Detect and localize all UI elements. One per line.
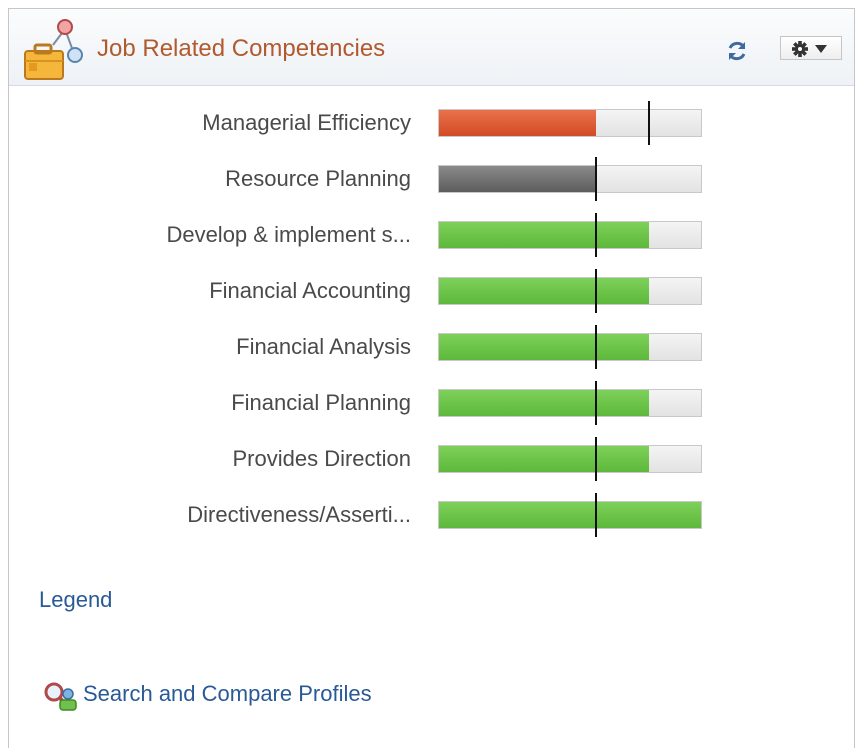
competency-chart: Managerial Efficiency Resource Planning De… [9,95,854,555]
target-marker [595,157,598,201]
competency-bar-fill [439,502,701,528]
actions-menu-button[interactable] [780,36,842,60]
pagelet-header: Job Related Competencies [9,9,854,86]
competency-label: Financial Analysis [236,334,411,359]
competency-bar[interactable] [438,445,702,473]
target-marker [595,213,598,257]
competency-bar-fill [439,334,649,360]
legend-link[interactable]: Legend [39,587,112,613]
competency-label: Resource Planning [225,166,411,191]
competency-bar[interactable] [438,277,702,305]
competency-bar[interactable] [438,333,702,361]
competency-label: Provides Direction [232,446,411,471]
competency-bar-fill [439,110,597,136]
target-marker [595,437,598,481]
refresh-icon[interactable] [725,39,749,63]
gear-dropdown-icon [792,41,827,57]
briefcase-network-icon [17,15,89,83]
target-marker [595,325,598,369]
pagelet-title: Job Related Competencies [97,35,386,62]
competency-label: Develop & implement s... [166,222,411,247]
competency-label: Financial Planning [231,390,411,415]
job-related-competencies-pagelet: Job Related Competencies Managerial Effi… [8,8,855,748]
competency-label: Managerial Efficiency [202,110,411,135]
competency-bar[interactable] [438,221,702,249]
target-marker [595,493,598,537]
search-compare-profiles-label: Search and Compare Profiles [83,681,372,706]
competency-bar-fill [439,390,649,416]
competency-bar[interactable] [438,165,702,193]
target-marker [647,101,650,145]
competency-bar-fill [439,222,649,248]
competency-bar[interactable] [438,389,702,417]
competency-bar-fill [439,166,597,192]
search-profiles-icon [44,682,77,711]
competency-label: Directiveness/Asserti... [187,502,411,527]
target-marker [595,269,598,313]
target-marker [595,381,598,425]
competency-bar[interactable] [438,501,702,529]
competency-label: Financial Accounting [209,278,411,303]
competency-bar-fill [439,278,649,304]
competency-bar-fill [439,446,649,472]
competency-bar[interactable] [438,109,702,137]
